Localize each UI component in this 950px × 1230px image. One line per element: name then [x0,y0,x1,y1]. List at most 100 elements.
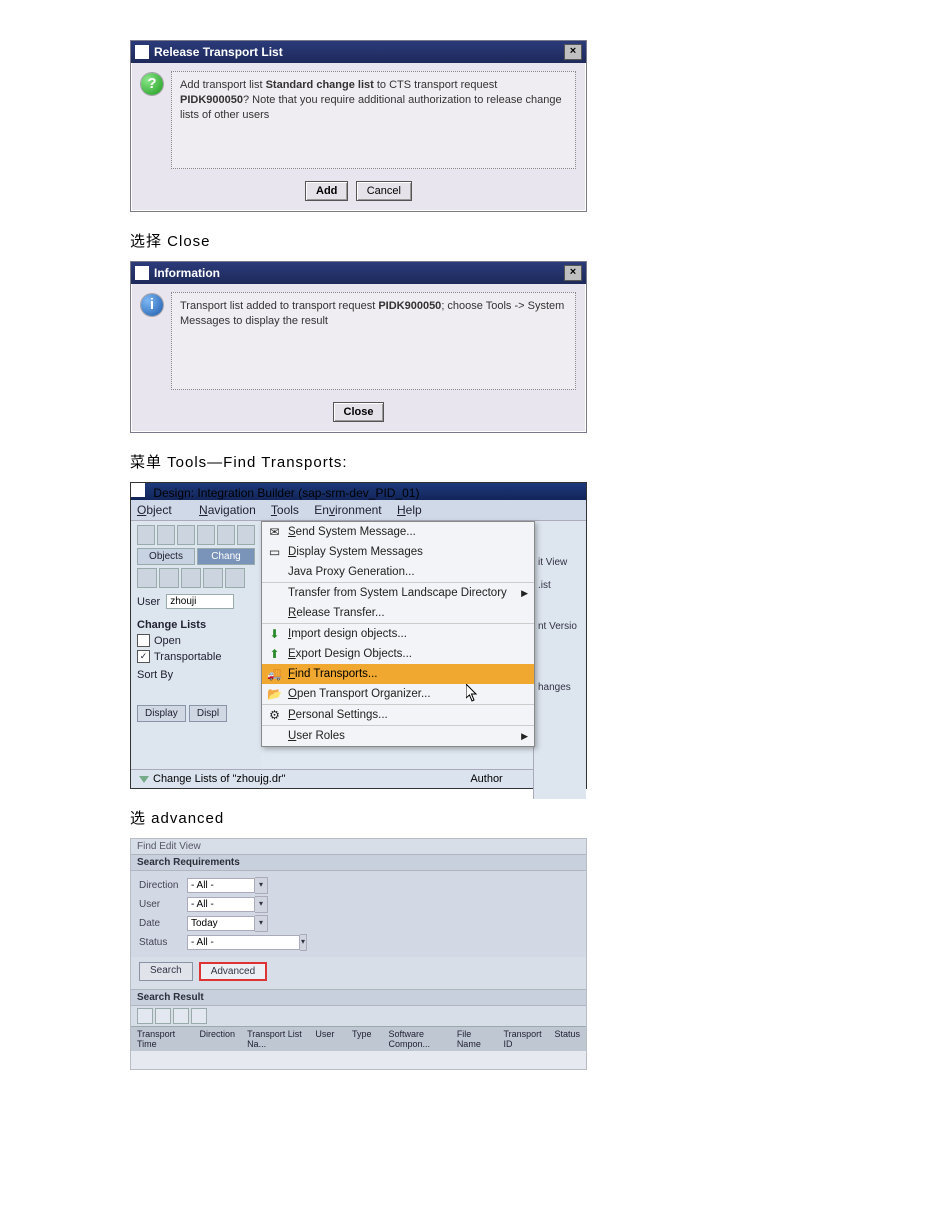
transportable-label: Transportable [154,651,221,663]
menu-java-proxy[interactable]: Java Proxy Generation... [262,562,534,582]
dropdown-icon[interactable]: ▾ [255,915,268,932]
tool-button[interactable] [173,1008,189,1024]
status-label: Status [139,937,181,948]
dialog-titlebar: Release Transport List × [131,41,586,63]
menu-object[interactable]: Object [137,503,184,517]
toolbar-row-2 [137,568,255,588]
close-icon[interactable]: × [564,265,582,281]
menu-personal-settings[interactable]: ⚙Personal Settings... [262,704,534,725]
date-label: Date [139,918,181,929]
dropdown-icon[interactable]: ▾ [300,934,307,951]
change-lists-label: Change Lists [137,619,255,631]
menu-display-system-messages[interactable]: ▭Display System Messages [262,542,534,562]
displ-button[interactable]: Displ [189,705,227,722]
menu-user-roles[interactable]: User Roles▶ [262,725,534,746]
footer-bar: Change Lists of "zhoujg.dr" Author zhouj… [131,769,586,788]
dropdown-icon[interactable]: ▾ [255,896,268,913]
menu-transfer-sld[interactable]: Transfer from System Landscape Directory… [262,582,534,603]
add-button[interactable]: Add [305,181,348,201]
col-direction[interactable]: Direction [194,1029,242,1049]
window-titlebar: Design: Integration Builder (sap-srm-dev… [131,483,586,500]
open-checkbox[interactable]: Open [137,634,255,647]
col-transport-list[interactable]: Transport List Na... [241,1029,309,1049]
chevron-right-icon: ▶ [521,588,528,599]
right-strip: it View .ist nt Versio hanges [533,521,586,799]
menu-environment[interactable]: Environment [314,503,381,517]
close-button[interactable]: Close [333,402,385,422]
menu-release-transfer[interactable]: Release Transfer... [262,603,534,623]
caption-advanced: 选 advanced [130,807,820,828]
info-icon: i [141,294,163,316]
cancel-button[interactable]: Cancel [356,181,412,201]
right-text: nt Versio [534,615,586,638]
app-icon [131,483,145,497]
tool-button[interactable] [137,568,157,588]
search-result-title: Search Result [131,989,586,1006]
date-input[interactable] [187,916,255,931]
export-icon: ⬆ [267,647,282,662]
display-button[interactable]: Display [137,705,186,722]
tool-button[interactable] [225,568,245,588]
tab-objects[interactable]: Objects [137,548,195,565]
menu-label: Java Proxy Generation... [288,566,415,578]
close-icon[interactable]: × [564,44,582,60]
user-input[interactable] [187,897,255,912]
find-transports-panel: Find Edit View Search Requirements Direc… [130,838,587,1070]
menu-help[interactable]: Help [397,503,422,517]
advanced-button[interactable]: Advanced [199,962,267,981]
author-label: Author [470,773,502,785]
col-status[interactable]: Status [548,1029,586,1049]
tool-button[interactable] [191,1008,207,1024]
tab-change[interactable]: Chang [197,548,255,565]
footer-left: Change Lists of "zhoujg.dr" [153,773,286,785]
msg-part: Transport list added to transport reques… [180,300,378,312]
tool-button[interactable] [137,1008,153,1024]
direction-input[interactable] [187,878,255,893]
user-label: User [137,596,160,608]
tool-button[interactable] [181,568,201,588]
status-input[interactable] [187,935,300,950]
window-title: Design: Integration Builder (sap-srm-dev… [153,486,419,500]
tool-button[interactable] [197,525,215,545]
col-software-comp[interactable]: Software Compon... [382,1029,450,1049]
open-label: Open [154,635,181,647]
menu-import-design[interactable]: ⬇Import design objects... [262,623,534,644]
result-toolbar [131,1006,586,1026]
send-icon: ✉ [267,525,282,540]
information-dialog: Information × i Transport list added to … [130,261,587,433]
tool-button[interactable] [217,525,235,545]
tool-button[interactable] [137,525,155,545]
menu-export-design[interactable]: ⬆Export Design Objects... [262,644,534,664]
dropdown-icon[interactable]: ▾ [255,877,268,894]
tool-button[interactable] [177,525,195,545]
caption-tools-menu: 菜单 Tools—Find Transports: [130,451,820,472]
col-file-name[interactable]: File Name [451,1029,498,1049]
transportable-checkbox[interactable]: ✓Transportable [137,650,255,663]
toolbar-row [137,525,255,545]
tool-button[interactable] [155,1008,171,1024]
menu-navigation[interactable]: Navigation [199,503,256,517]
chevron-right-icon: ▶ [521,731,528,742]
tool-button[interactable] [237,525,255,545]
app-icon [135,45,149,59]
tool-button[interactable] [203,568,223,588]
menu-find-transports[interactable]: 🚚Find Transports... [262,664,534,684]
col-user[interactable]: User [309,1029,346,1049]
menu-open-transport-organizer[interactable]: 📂Open Transport Organizer... [262,684,534,704]
menubar: Object Navigation Tools Environment Help [131,500,586,521]
menu-tools[interactable]: Tools [271,503,299,517]
app-icon [135,266,149,280]
tool-button[interactable] [157,525,175,545]
right-text: hanges [534,676,586,699]
col-transport-time[interactable]: Transport Time [131,1029,194,1049]
gear-icon: ⚙ [267,708,282,723]
col-type[interactable]: Type [346,1029,383,1049]
ft-menubar[interactable]: Find Edit View [131,839,586,854]
triangle-icon [139,776,149,783]
tool-button[interactable] [159,568,179,588]
dialog-title: Release Transport List [154,45,283,59]
search-button[interactable]: Search [139,962,193,981]
menu-send-system-message[interactable]: ✉Send System Message... [262,522,534,542]
col-transport-id[interactable]: Transport ID [497,1029,548,1049]
user-input[interactable] [166,594,234,609]
